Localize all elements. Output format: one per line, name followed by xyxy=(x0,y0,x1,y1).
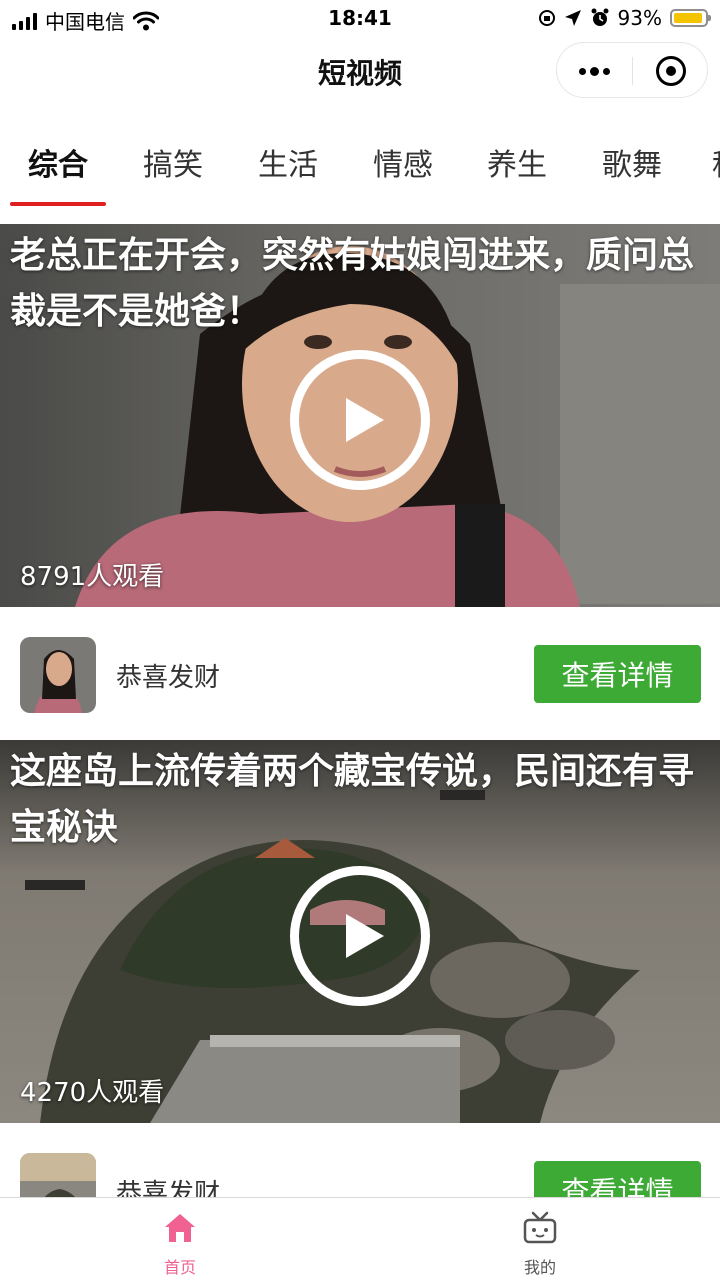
tabbar-item-home[interactable]: 首页 xyxy=(0,1198,360,1281)
author-name: 恭喜发财 xyxy=(116,663,221,693)
tab-partial[interactable]: 科 xyxy=(712,140,720,184)
status-right: 93% xyxy=(538,6,711,30)
view-count: 8791人观看 xyxy=(20,562,165,592)
video-title: 老总正在开会，突然有姑娘闯进来，质问总裁是不是她爸！ xyxy=(10,235,695,332)
play-icon[interactable] xyxy=(290,866,430,1006)
author-avatar[interactable] xyxy=(20,637,96,713)
tab-yangsheng[interactable]: 养生 xyxy=(487,140,547,184)
play-icon[interactable] xyxy=(290,350,430,490)
alarm-icon xyxy=(591,8,609,26)
more-dots-icon[interactable] xyxy=(557,43,632,99)
tab-zonghe[interactable]: 综合 xyxy=(28,140,88,184)
tabbar-label-mine: 我的 xyxy=(523,1258,556,1277)
status-bar: 中国电信 18:41 93% xyxy=(0,0,720,38)
battery-icon xyxy=(670,9,711,27)
battery-percent: 93% xyxy=(617,6,662,30)
tv-icon xyxy=(523,1211,557,1244)
battery-level xyxy=(674,13,702,23)
active-tab-indicator xyxy=(10,202,106,206)
mini-program-capsule xyxy=(556,42,708,98)
video-card[interactable]: 老总正在开会，突然有姑娘闯进来，质问总裁是不是她爸！ 8791人观看 xyxy=(0,224,720,607)
video-card[interactable]: 这座岛上流传着两个藏宝传说，民间还有寻宝秘诀 4270人观看 xyxy=(0,740,720,1123)
avatar-image xyxy=(20,637,96,713)
target-close-icon[interactable] xyxy=(633,43,708,99)
tab-qinggan[interactable]: 情感 xyxy=(373,140,433,184)
video-info-row: 恭喜发财 查看详情 xyxy=(0,607,720,739)
nav-bar: 短视频 xyxy=(0,38,720,104)
tab-gaoxiao[interactable]: 搞笑 xyxy=(143,140,203,184)
bottom-tab-bar: 首页 我的 xyxy=(0,1197,720,1281)
location-arrow-icon xyxy=(564,10,581,26)
app-screen: 中国电信 18:41 93% 短视频 综合 搞笑 生活 情感 养生 歌舞 老总正… xyxy=(0,0,720,1281)
tabbar-item-mine[interactable]: 我的 xyxy=(360,1198,720,1281)
rotation-lock-icon xyxy=(538,10,555,26)
view-detail-button[interactable]: 查看详情 xyxy=(534,645,701,703)
view-count: 4270人观看 xyxy=(20,1078,165,1108)
video-title: 这座岛上流传着两个藏宝传说，民间还有寻宝秘诀 xyxy=(10,751,695,848)
tab-shenghuo[interactable]: 生活 xyxy=(258,140,318,184)
category-tabs: 综合 搞笑 生活 情感 养生 歌舞 科 xyxy=(0,110,720,210)
tab-gewu[interactable]: 歌舞 xyxy=(602,140,662,184)
tabbar-label-home: 首页 xyxy=(163,1258,196,1277)
home-icon xyxy=(165,1214,195,1242)
